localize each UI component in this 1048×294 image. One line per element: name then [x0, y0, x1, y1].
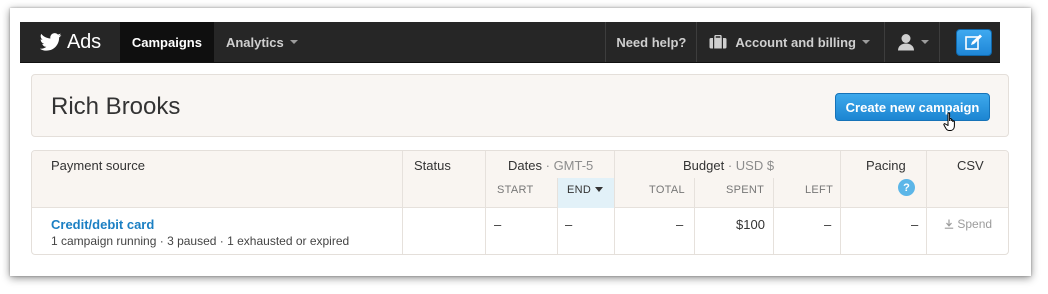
subheader-end[interactable]: END: [567, 184, 604, 196]
column-divider: [926, 151, 927, 254]
chevron-down-icon: [289, 40, 298, 44]
nav-analytics[interactable]: Analytics: [214, 22, 310, 62]
cell-spent: $100: [736, 217, 765, 232]
header-budget-currency: USD $: [735, 158, 775, 173]
sort-desc-icon: [595, 187, 604, 192]
header-csv: CSV: [957, 158, 984, 173]
header-payment-source: Payment source: [51, 158, 145, 173]
table-row: Credit/debit card 1 campaign running · 3…: [51, 217, 349, 248]
cell-total: –: [676, 217, 684, 232]
column-divider: [694, 178, 695, 254]
nav-analytics-label: Analytics: [225, 34, 284, 50]
download-icon: [944, 219, 954, 229]
column-divider: [557, 178, 558, 254]
column-divider: [840, 151, 841, 254]
subheader-spent[interactable]: SPENT: [726, 184, 764, 196]
column-divider: [402, 151, 403, 254]
account-billing-menu[interactable]: Account and billing: [697, 22, 884, 62]
campaign-summary: 1 campaign running · 3 paused · 1 exhaus…: [51, 234, 350, 248]
header-dates-label: Dates: [508, 158, 542, 173]
header-sep: ·: [545, 158, 550, 173]
user-icon: [898, 34, 914, 51]
create-campaign-button[interactable]: Create new campaign: [835, 93, 990, 121]
chevron-down-icon: [862, 40, 870, 44]
compose-button[interactable]: [956, 28, 992, 56]
nav-campaigns[interactable]: Campaigns: [119, 22, 214, 62]
briefcase-icon: [709, 35, 727, 49]
csv-spend-label: Spend: [957, 217, 993, 231]
column-divider: [485, 151, 486, 254]
compose-wrap: [940, 22, 1000, 62]
subheader-start[interactable]: START: [497, 184, 534, 196]
subheader-left[interactable]: LEFT: [805, 184, 833, 196]
header-sep: ·: [727, 158, 733, 173]
page-title: Rich Brooks: [51, 93, 181, 120]
top-nav: Ads Campaigns Analytics Need help? Accou…: [20, 22, 1000, 63]
column-divider: [614, 151, 615, 254]
cell-start: –: [494, 217, 502, 232]
header-budget: Budget · USD $: [683, 158, 774, 173]
user-menu[interactable]: [885, 22, 939, 62]
cell-end: –: [565, 217, 573, 232]
account-header: Rich Brooks Create new campaign: [31, 74, 1009, 137]
subheader-total[interactable]: TOTAL: [649, 184, 685, 196]
account-billing-label: Account and billing: [735, 34, 856, 50]
brand-label: Ads: [67, 30, 101, 53]
csv-spend-link[interactable]: Spend: [944, 217, 992, 231]
header-status: Status: [414, 158, 451, 173]
chevron-down-icon: [921, 40, 929, 44]
payment-sources-table: Payment source Status Dates · GMT-5 Budg…: [31, 150, 1009, 255]
brand[interactable]: Ads: [20, 22, 120, 62]
subheader-end-label: END: [567, 184, 592, 196]
header-dates: Dates · GMT-5: [508, 158, 593, 173]
payment-source-link[interactable]: Credit/debit card: [51, 217, 349, 232]
header-pacing: Pacing: [866, 158, 906, 173]
column-divider: [773, 178, 774, 254]
header-dates-tz: GMT-5: [553, 158, 594, 173]
cell-pacing: –: [911, 217, 919, 232]
header-budget-label: Budget: [683, 158, 725, 173]
hand-cursor-icon: [943, 112, 955, 131]
twitter-bird-icon: [40, 33, 62, 51]
compose-icon: [965, 34, 982, 50]
help-link[interactable]: Need help?: [606, 22, 696, 62]
cell-left: –: [824, 217, 832, 232]
pacing-help-icon[interactable]: ?: [898, 179, 915, 196]
